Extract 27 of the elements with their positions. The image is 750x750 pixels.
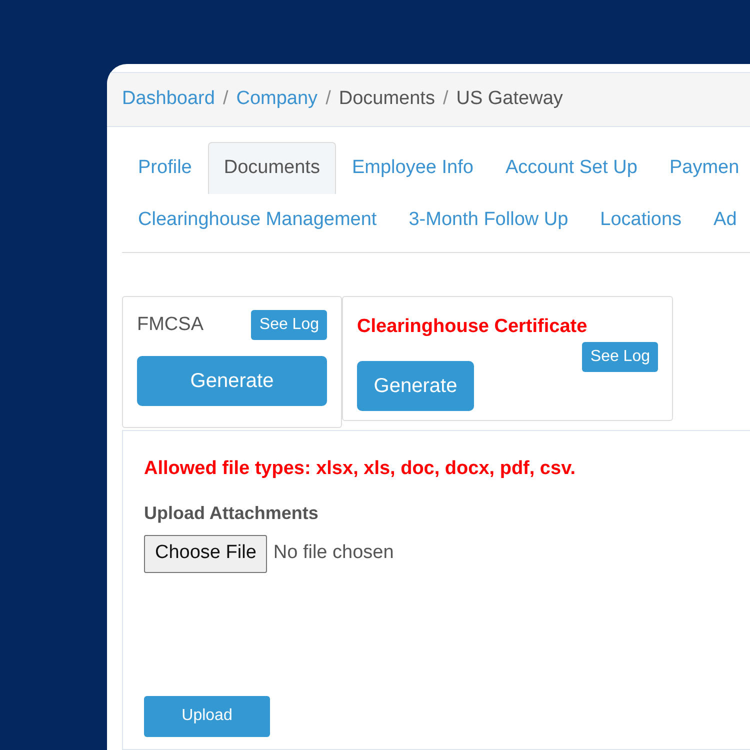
card-title: FMCSA — [137, 312, 204, 337]
see-log-button[interactable]: See Log — [251, 310, 327, 340]
tab[interactable]: Ad — [698, 194, 750, 246]
breadcrumb-item: US Gateway — [456, 87, 563, 112]
breadcrumb-link[interactable]: Company — [236, 85, 318, 114]
upload-button[interactable]: Upload — [144, 696, 270, 736]
allowed-types-notice: Allowed file types: xlsx, xls, doc, docx, pdf, csv. — [144, 457, 576, 481]
breadcrumb-separator: / — [324, 87, 332, 112]
tab[interactable]: Account Set Up — [489, 142, 654, 194]
tab[interactable]: Clearinghouse Management — [122, 194, 393, 246]
generate-button[interactable]: Generate — [357, 360, 474, 410]
breadcrumb-separator: / — [222, 87, 230, 112]
tab[interactable]: Paymen — [653, 142, 750, 194]
file-status: No file chosen — [273, 541, 394, 566]
tab[interactable]: Documents — [208, 142, 336, 194]
tab[interactable]: Employee Info — [336, 142, 490, 194]
see-log-button[interactable]: See Log — [582, 342, 658, 372]
tab[interactable]: Profile — [122, 142, 208, 194]
upload-label: Upload Attachments — [144, 502, 318, 525]
choose-file-button[interactable]: Choose File — [144, 534, 268, 572]
generate-button[interactable]: Generate — [137, 356, 327, 406]
breadcrumb-link[interactable]: Dashboard — [122, 85, 215, 114]
breadcrumb-item: Documents — [338, 87, 435, 112]
tab[interactable]: 3-Month Follow Up — [392, 194, 584, 246]
card-title: Clearinghouse Certificate — [357, 315, 588, 339]
tab[interactable]: Locations — [584, 194, 698, 246]
breadcrumb-separator: / — [442, 87, 450, 112]
